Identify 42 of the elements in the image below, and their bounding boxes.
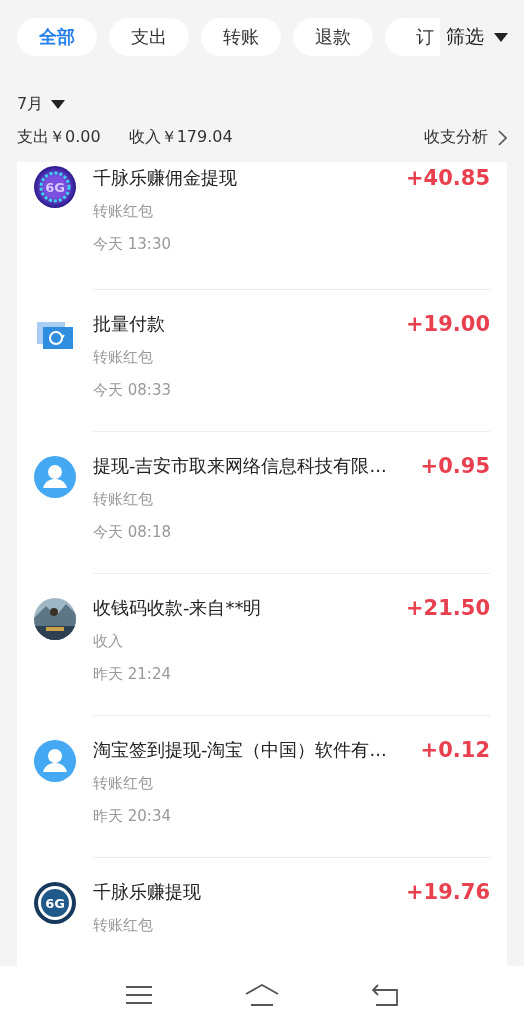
month-selector[interactable]: 7月	[17, 94, 66, 115]
expense-total: 支出￥0.00	[17, 127, 101, 148]
transaction-category: 转账红包	[93, 490, 154, 509]
avatar-icon	[34, 456, 76, 498]
filter-tab[interactable]: 退款	[293, 18, 373, 56]
transaction-title[interactable]: 淘宝签到提现-淘宝（中国）软件有...	[93, 738, 387, 762]
transaction-category: 收入	[93, 632, 124, 651]
transaction-time: 今天 08:18	[93, 523, 172, 542]
back-icon[interactable]	[371, 984, 398, 1006]
transaction-amount: +19.76	[405, 880, 490, 904]
avatar-icon: 6G	[34, 166, 76, 208]
caret-icon	[494, 32, 508, 42]
analysis-link[interactable]: 收支分析	[424, 127, 507, 148]
transaction-title[interactable]: 千脉乐赚提现	[93, 880, 201, 904]
transaction-category: 转账红包	[93, 202, 154, 221]
avatar-icon	[34, 740, 76, 782]
filter-tab[interactable]: 支出	[109, 18, 189, 56]
filter-tab[interactable]: 全部	[17, 18, 97, 56]
transaction-time: 今天 08:33	[93, 381, 172, 400]
transaction-title[interactable]: 提现-吉安市取来网络信息科技有限...	[93, 454, 387, 478]
transaction-amount: +0.95	[420, 454, 490, 478]
chevron-right-icon	[498, 129, 507, 146]
filter-tab[interactable]: 订	[385, 18, 440, 56]
caret-icon	[51, 100, 66, 109]
transaction-category: 转账红包	[93, 774, 154, 793]
transaction-amount: +19.00	[405, 312, 490, 336]
transaction-title[interactable]: 收钱码收款-来自**明	[93, 596, 262, 620]
home-icon[interactable]	[245, 984, 279, 1006]
transaction-time: 今天 13:30	[93, 235, 172, 254]
income-total: 收入￥179.04	[128, 127, 233, 148]
transaction-amount: +40.85	[405, 166, 490, 190]
transaction-category: 转账红包	[93, 348, 154, 367]
transaction-category: 转账红包	[93, 916, 154, 935]
transaction-time: 昨天 20:34	[93, 807, 172, 826]
transaction-title[interactable]: 千脉乐赚佣金提现	[93, 166, 237, 190]
filter-tab[interactable]: 转账	[201, 18, 281, 56]
transaction-title[interactable]: 批量付款	[93, 312, 165, 336]
transaction-amount: +21.50	[405, 596, 490, 620]
menu-icon[interactable]	[126, 985, 153, 1005]
transaction-amount: +0.12	[420, 738, 490, 762]
transaction-time: 昨天 21:24	[93, 665, 172, 684]
avatar-icon: 6G	[34, 882, 76, 924]
